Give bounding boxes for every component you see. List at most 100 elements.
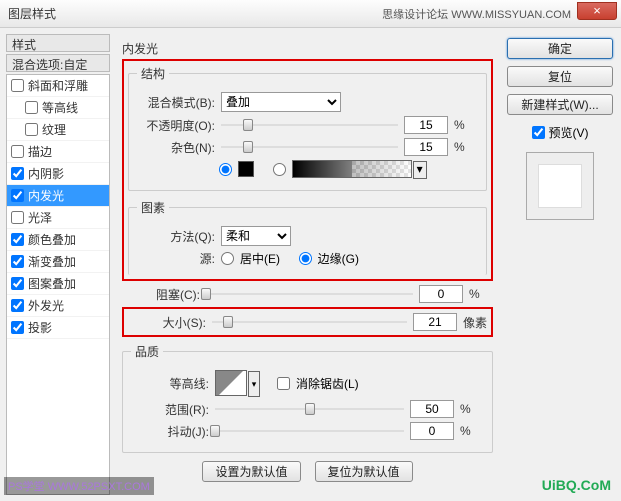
range-slider[interactable] (215, 401, 404, 417)
chevron-down-icon[interactable]: ▾ (413, 161, 427, 179)
jitter-label: 抖动(J): (131, 423, 209, 440)
sidebar-item-label: 图案叠加 (28, 275, 76, 292)
titlebar: 图层样式 思缘设计论坛 WWW.MISSYUAN.COM × (0, 0, 621, 28)
set-default-button[interactable]: 设置为默认值 (202, 461, 300, 482)
preview-thumbnail (539, 165, 581, 207)
sidebar-item-label: 等高线 (42, 99, 78, 116)
choke-input[interactable] (419, 285, 463, 303)
style-list: 斜面和浮雕等高线纹理描边内阴影内发光光泽颜色叠加渐变叠加图案叠加外发光投影 (6, 74, 110, 495)
sidebar-item-checkbox[interactable] (11, 145, 24, 158)
sidebar-item-6[interactable]: 光泽 (7, 207, 109, 229)
gradient-picker[interactable]: ▾ (292, 160, 412, 178)
choke-unit: % (469, 287, 493, 301)
panel-title: 内发光 (122, 40, 493, 57)
sidebar-item-10[interactable]: 外发光 (7, 295, 109, 317)
contour-picker[interactable]: ▾ (215, 370, 247, 396)
group-elements: 图素 方法(Q): 柔和 源: 居中(E) 边缘(G) (128, 199, 487, 275)
sidebar-item-8[interactable]: 渐变叠加 (7, 251, 109, 273)
group-quality: 品质 等高线: ▾ 消除锯齿(L) 范围(R): % 抖动(J): % (122, 343, 493, 453)
new-style-button[interactable]: 新建样式(W)... (507, 94, 613, 115)
source-label: 源: (137, 250, 215, 267)
sidebar-item-5[interactable]: 内发光 (7, 185, 109, 207)
jitter-unit: % (460, 424, 484, 438)
sidebar-item-label: 描边 (28, 143, 52, 160)
sidebar-item-1[interactable]: 等高线 (7, 97, 109, 119)
color-swatch[interactable] (238, 161, 254, 177)
reset-default-button[interactable]: 复位为默认值 (315, 461, 413, 482)
sidebar-header[interactable]: 样式 (6, 34, 110, 52)
technique-select[interactable]: 柔和 (221, 226, 291, 246)
noise-input[interactable] (404, 138, 448, 156)
choke-label: 阻塞(C): (122, 286, 200, 303)
range-input[interactable] (410, 400, 454, 418)
blend-mode-select[interactable]: 叠加 (221, 92, 341, 112)
sidebar-item-7[interactable]: 颜色叠加 (7, 229, 109, 251)
size-input[interactable] (413, 313, 457, 331)
source-center-radio[interactable] (221, 252, 234, 265)
sidebar-item-checkbox[interactable] (11, 299, 24, 312)
sidebar-item-checkbox[interactable] (11, 211, 24, 224)
sidebar-item-9[interactable]: 图案叠加 (7, 273, 109, 295)
sidebar-item-label: 颜色叠加 (28, 231, 76, 248)
dialog-body: 样式 混合选项:自定 斜面和浮雕等高线纹理描边内阴影内发光光泽颜色叠加渐变叠加图… (0, 28, 621, 501)
sidebar-item-label: 内发光 (28, 187, 64, 204)
sidebar-item-0[interactable]: 斜面和浮雕 (7, 75, 109, 97)
size-unit: 像素 (463, 314, 487, 331)
sidebar-subheader[interactable]: 混合选项:自定 (6, 54, 110, 72)
sidebar-item-checkbox[interactable] (11, 277, 24, 290)
source-edge-label: 边缘(G) (318, 250, 359, 267)
chevron-down-icon[interactable]: ▾ (248, 371, 260, 397)
sidebar-item-label: 纹理 (42, 121, 66, 138)
sidebar-item-checkbox[interactable] (11, 189, 24, 202)
source-edge-radio[interactable] (299, 252, 312, 265)
noise-label: 杂色(N): (137, 139, 215, 156)
source-center-label: 居中(E) (240, 250, 280, 267)
sidebar-item-4[interactable]: 内阴影 (7, 163, 109, 185)
preview-checkbox[interactable] (532, 126, 545, 139)
opacity-slider[interactable] (221, 117, 398, 133)
sidebar-item-label: 光泽 (28, 209, 52, 226)
preview-label: 预览(V) (549, 124, 589, 141)
ok-button[interactable]: 确定 (507, 38, 613, 59)
watermark-top: 思缘设计论坛 WWW.MISSYUAN.COM (382, 6, 571, 22)
opacity-input[interactable] (404, 116, 448, 134)
antialias-checkbox[interactable] (277, 377, 290, 390)
window-title: 图层样式 (8, 5, 56, 22)
jitter-input[interactable] (410, 422, 454, 440)
sidebar-item-label: 内阴影 (28, 165, 64, 182)
blend-mode-label: 混合模式(B): (137, 94, 215, 111)
right-column: 确定 复位 新建样式(W)... 预览(V) (505, 34, 615, 495)
legend-structure: 结构 (137, 65, 169, 82)
sidebar-item-checkbox[interactable] (11, 79, 24, 92)
sidebar-item-checkbox[interactable] (25, 101, 38, 114)
choke-slider[interactable] (206, 286, 413, 302)
close-button[interactable]: × (577, 2, 617, 20)
group-structure: 结构 混合模式(B): 叠加 不透明度(O): % 杂色(N): % (128, 65, 487, 191)
sidebar-item-2[interactable]: 纹理 (7, 119, 109, 141)
sidebar-item-3[interactable]: 描边 (7, 141, 109, 163)
size-label: 大小(S): (128, 314, 206, 331)
contour-label: 等高线: (131, 375, 209, 392)
sidebar-item-checkbox[interactable] (11, 167, 24, 180)
center-panel: 内发光 结构 混合模式(B): 叠加 不透明度(O): % 杂色(N): (116, 34, 499, 495)
color-gradient-radio[interactable] (273, 163, 286, 176)
opacity-unit: % (454, 118, 478, 132)
size-slider[interactable] (212, 314, 407, 330)
jitter-slider[interactable] (215, 423, 404, 439)
sidebar-item-label: 斜面和浮雕 (28, 77, 88, 94)
sidebar-item-checkbox[interactable] (11, 321, 24, 334)
legend-elements: 图素 (137, 199, 169, 216)
sidebar-item-11[interactable]: 投影 (7, 317, 109, 339)
color-solid-radio[interactable] (219, 163, 232, 176)
sidebar-item-checkbox[interactable] (11, 255, 24, 268)
highlight-box-structure: 结构 混合模式(B): 叠加 不透明度(O): % 杂色(N): % (122, 59, 493, 281)
sidebar-item-checkbox[interactable] (11, 233, 24, 246)
sidebar-item-label: 外发光 (28, 297, 64, 314)
noise-unit: % (454, 140, 478, 154)
sidebar-item-checkbox[interactable] (25, 123, 38, 136)
noise-slider[interactable] (221, 139, 398, 155)
cancel-button[interactable]: 复位 (507, 66, 613, 87)
sidebar-item-label: 渐变叠加 (28, 253, 76, 270)
opacity-label: 不透明度(O): (137, 117, 215, 134)
sidebar-item-label: 投影 (28, 319, 52, 336)
